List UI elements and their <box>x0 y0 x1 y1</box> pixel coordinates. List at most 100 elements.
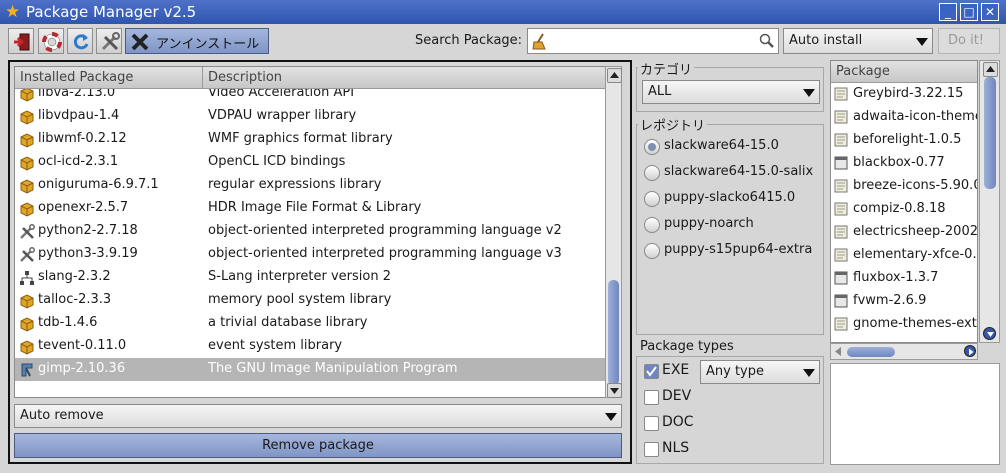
repository-option-label[interactable]: slackware64-15.0-salix <box>664 164 813 179</box>
repo-list-vertical-scrollbar[interactable] <box>979 60 1000 343</box>
table-row[interactable]: python2-2.7.18 object-oriented interprete… <box>15 220 605 243</box>
minimize-button[interactable]: _ <box>939 3 957 21</box>
repo-package-name: electricsheep-2002 <box>853 224 978 239</box>
package-type-checkbox[interactable] <box>644 416 659 431</box>
list-item[interactable]: elementary-xfce-0.17 <box>831 244 977 267</box>
table-row[interactable]: libvdpau-1.4 VDPAU wrapper library <box>15 105 605 128</box>
package-name: tdb-1.4.6 <box>38 315 98 330</box>
column-header-repo-package[interactable]: Package <box>831 61 977 83</box>
app-star-icon: ★ <box>5 2 21 22</box>
close-button[interactable]: ✕ <box>981 3 999 21</box>
package-description: OpenCL ICD bindings <box>208 154 346 169</box>
table-row[interactable]: tevent-0.11.0 event system library <box>15 335 605 358</box>
package-description: object-oriented interpreted programming … <box>208 223 562 238</box>
remove-package-button[interactable]: Remove package <box>14 433 622 458</box>
list-item[interactable]: breeze-icons-5.90.0 <box>831 175 977 198</box>
package-type-label[interactable]: NLS <box>662 440 689 456</box>
scroll-up-button[interactable] <box>607 68 622 83</box>
list-item[interactable]: compiz-0.8.18 <box>831 198 977 221</box>
table-row[interactable]: openexr-2.5.7 HDR Image File Format & Lib… <box>15 197 605 220</box>
scroll-down-button[interactable] <box>983 327 996 340</box>
tools-icon <box>19 247 35 263</box>
clear-search-icon[interactable] <box>531 32 549 50</box>
package-type-label[interactable]: DEV <box>662 388 691 404</box>
table-row[interactable]: tdb-1.4.6 a trivial database library <box>15 312 605 335</box>
category-dropdown[interactable]: ALL <box>642 80 820 104</box>
list-item[interactable]: fvwm-2.6.9 <box>831 290 977 313</box>
repository-radio[interactable] <box>644 165 660 181</box>
scroll-right-button[interactable] <box>964 345 976 357</box>
list-item[interactable]: gnome-themes-extra <box>831 313 977 336</box>
column-header-description[interactable]: Description <box>203 67 605 89</box>
uninstall-button[interactable]: アンインストール <box>125 28 269 54</box>
repository-radio[interactable] <box>644 217 660 233</box>
repository-option-label[interactable]: slackware64-15.0 <box>664 138 779 153</box>
search-input[interactable] <box>552 32 752 50</box>
table-row[interactable]: oniguruma-6.9.7.1 regular expressions lib… <box>15 174 605 197</box>
repository-radio[interactable] <box>644 243 660 259</box>
checkmark-icon <box>646 366 657 377</box>
list-item[interactable]: beforelight-1.0.5 <box>831 129 977 152</box>
package-name: talloc-2.3.3 <box>38 292 112 307</box>
search-box[interactable] <box>527 28 779 54</box>
refresh-button[interactable] <box>67 28 93 54</box>
repo-list-horizontal-scrollbar[interactable] <box>830 343 978 360</box>
package-type-checkbox[interactable] <box>644 364 659 379</box>
remove-mode-dropdown[interactable]: Auto remove <box>14 404 622 428</box>
window-icon <box>834 271 848 285</box>
settings-button[interactable] <box>96 28 122 54</box>
repo-package-name: fvwm-2.6.9 <box>853 293 927 308</box>
table-row[interactable]: libwmf-0.2.12 WMF graphics format library <box>15 128 605 151</box>
package-type-label[interactable]: EXE <box>662 362 689 378</box>
type-filter-dropdown[interactable]: Any type <box>700 360 820 384</box>
exit-icon <box>14 33 30 51</box>
package-type-label[interactable]: DOC <box>662 414 694 430</box>
scroll-down-button[interactable] <box>607 383 622 398</box>
package-name: libwmf-0.2.12 <box>38 131 127 146</box>
arrow-down-icon <box>610 388 619 394</box>
package-type-checkbox[interactable] <box>644 390 659 405</box>
document-icon <box>834 202 848 216</box>
scroll-thumb[interactable] <box>847 347 895 357</box>
repository-radio[interactable] <box>644 191 660 207</box>
list-item[interactable]: adwaita-icon-theme <box>831 106 977 129</box>
installed-list-scrollbar[interactable] <box>605 66 622 398</box>
table-row[interactable]: gimp-2.10.36 The GNU Image Manipulation P… <box>15 358 605 381</box>
package-type-checkbox[interactable] <box>644 442 659 457</box>
title-bar[interactable]: ★ Package Manager v2.5 _ □ ✕ <box>0 0 1006 24</box>
repository-option-label[interactable]: puppy-slacko6415.0 <box>664 190 795 205</box>
scroll-thumb[interactable] <box>984 77 996 189</box>
quit-button[interactable] <box>8 28 34 54</box>
package-icon <box>19 178 35 194</box>
installed-package-list[interactable]: Installed Package Description libmypaint… <box>14 66 606 398</box>
do-it-label: Do it! <box>948 33 985 48</box>
search-icon[interactable] <box>759 33 775 49</box>
column-header-package[interactable]: Installed Package <box>15 67 203 89</box>
list-item[interactable]: fluxbox-1.3.7 <box>831 267 977 290</box>
table-row[interactable]: ocl-icd-2.3.1 OpenCL ICD bindings <box>15 151 605 174</box>
package-description: regular expressions library <box>208 177 382 192</box>
list-item[interactable]: Greybird-3.22.15 <box>831 83 977 106</box>
install-mode-dropdown[interactable]: Auto install <box>783 28 933 54</box>
window-icon <box>834 294 848 308</box>
repository-package-list[interactable]: Package Greybird-3.22.15 adwaita-icon-the… <box>830 60 978 343</box>
repo-package-name: compiz-0.8.18 <box>853 201 946 216</box>
repository-option-label[interactable]: puppy-noarch <box>664 216 754 231</box>
list-item[interactable]: blackbox-0.77 <box>831 152 977 175</box>
table-row[interactable]: python3-3.9.19 object-oriented interprete… <box>15 243 605 266</box>
scroll-thumb[interactable] <box>608 280 619 385</box>
refresh-icon <box>73 34 89 50</box>
package-name: slang-2.3.2 <box>38 269 111 284</box>
arrow-left-icon[interactable] <box>833 346 844 357</box>
repository-option-label[interactable]: puppy-s15pup64-extra <box>664 242 812 257</box>
table-row[interactable]: talloc-2.3.3 memory pool system library <box>15 289 605 312</box>
scroll-up-button[interactable] <box>983 62 998 77</box>
maximize-button[interactable]: □ <box>960 3 978 21</box>
do-it-button[interactable]: Do it! <box>938 28 1000 54</box>
repository-radio[interactable] <box>644 139 660 155</box>
table-row[interactable]: slang-2.3.2 S-Lang interpreter version 2 <box>15 266 605 289</box>
list-item[interactable]: electricsheep-2002 <box>831 221 978 244</box>
uninstall-x-icon <box>131 33 149 51</box>
help-button[interactable] <box>38 28 64 54</box>
package-name: python3-3.9.19 <box>38 246 138 261</box>
